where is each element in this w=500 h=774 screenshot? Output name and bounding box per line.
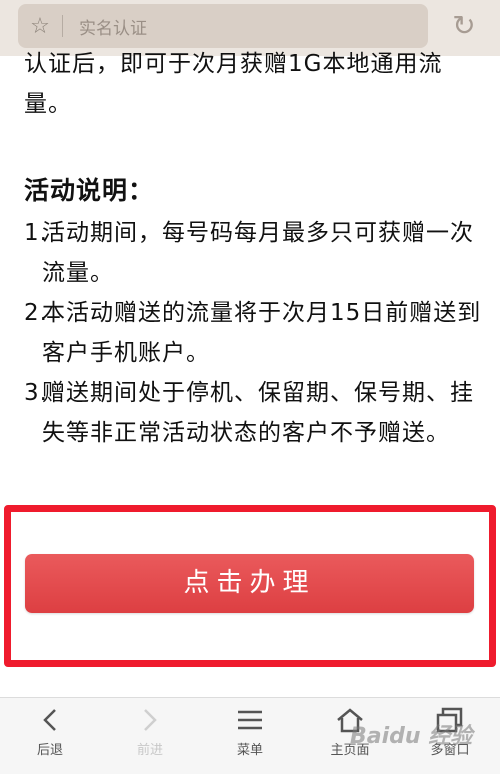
- chevron-right-icon: [100, 698, 200, 742]
- nav-label: 前进: [136, 743, 163, 758]
- refresh-icon[interactable]: ↻: [446, 8, 482, 44]
- nav-label: 后退: [36, 743, 63, 758]
- watermark: Baidu 经验: [350, 724, 473, 749]
- nav-menu[interactable]: 菜单: [200, 698, 300, 774]
- article-text-line: 量。: [24, 91, 72, 117]
- menu-icon: [200, 698, 300, 742]
- list-item-text: 赠送期间处于停机、保留期、保号期、挂失等非正常活动状态的客户不予赠送。: [42, 380, 474, 446]
- page-title: 实名认证: [79, 18, 147, 39]
- article-content: 认证后，即可于次月获赠1G本地通用流 量。 活动说明： 1. 活动期间，每号码每…: [24, 44, 484, 453]
- address-divider: [62, 15, 63, 37]
- article-text-line: 认证后，即可于次月获赠1G本地通用流: [24, 51, 443, 77]
- star-icon[interactable]: ☆: [18, 14, 62, 39]
- browser-page: ☆ 实名认证 ↻ 认证后，即可于次月获赠1G本地通用流 量。 活动说明： 1. …: [0, 0, 500, 774]
- nav-label: 菜单: [236, 743, 263, 758]
- list-item: 3. 赠送期间处于停机、保留期、保号期、挂失等非正常活动状态的客户不予赠送。: [24, 373, 484, 453]
- section-heading: 活动说明：: [24, 176, 155, 205]
- list-item: 2. 本活动赠送的流量将于次月15日前赠送到客户手机账户。: [24, 293, 484, 373]
- address-bar[interactable]: ☆ 实名认证: [18, 4, 428, 48]
- chevron-left-icon: [0, 698, 100, 742]
- list-item-text: 活动期间，每号码每月最多只可获赠一次流量。: [42, 220, 474, 286]
- list-number: 2.: [24, 300, 48, 326]
- list-item: 1. 活动期间，每号码每月最多只可获赠一次流量。: [24, 213, 484, 293]
- nav-forward[interactable]: 前进: [100, 698, 200, 774]
- list-number: 1.: [24, 220, 48, 246]
- list-number: 3.: [24, 380, 48, 406]
- nav-back[interactable]: 后退: [0, 698, 100, 774]
- apply-button[interactable]: 点击办理: [25, 554, 474, 613]
- list-item-text: 本活动赠送的流量将于次月15日前赠送到客户手机账户。: [42, 300, 482, 366]
